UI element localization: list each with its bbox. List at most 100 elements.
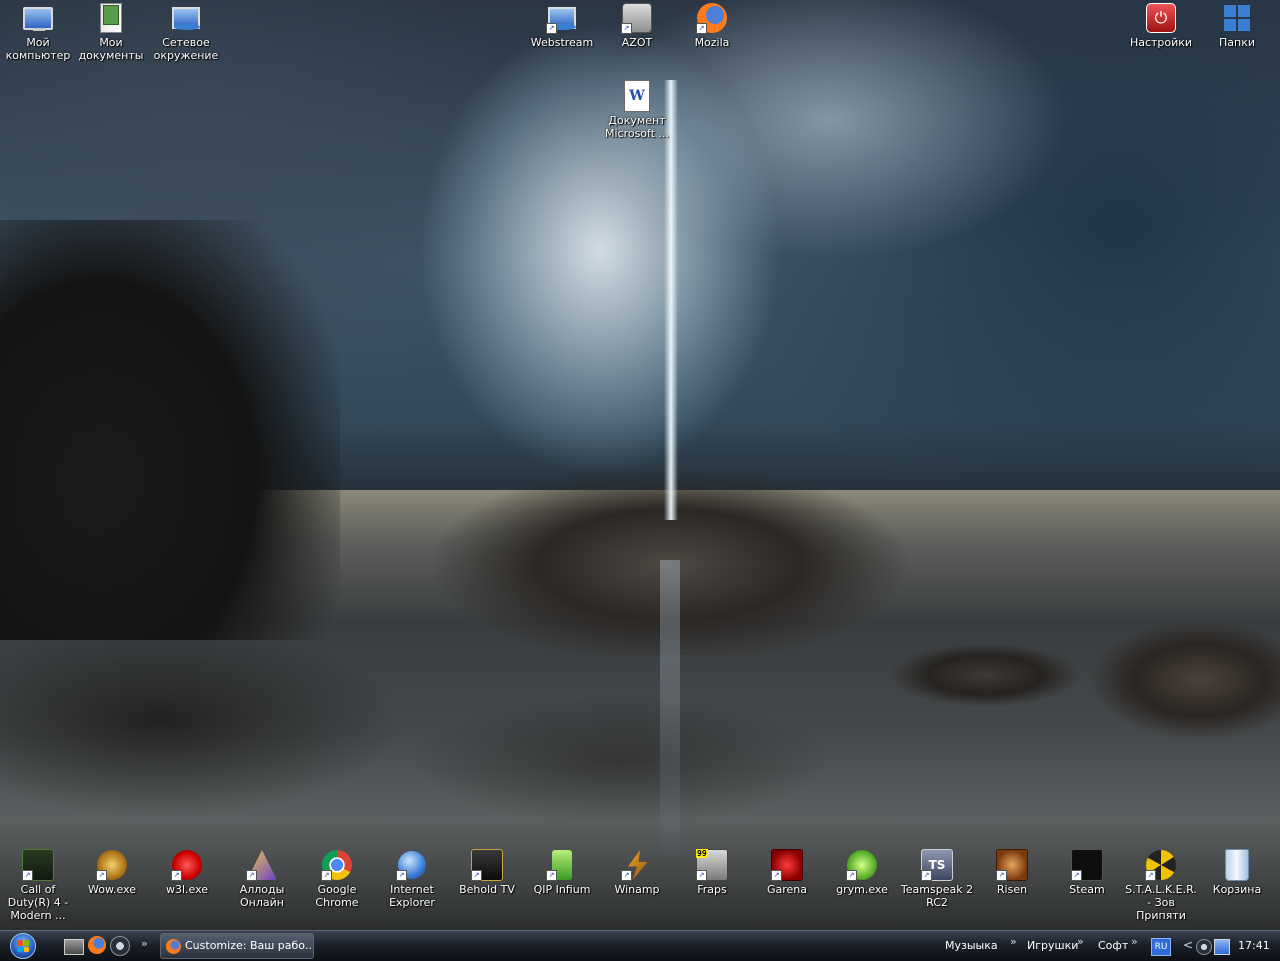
desktop-icon-steam[interactable]: ↗ Steam [1049,849,1125,896]
icon-label: Сетевое окружение [153,36,219,62]
show-desktop-icon [64,939,84,955]
shortcut-arrow-icon: ↗ [96,870,107,881]
desktop-icon-word-document[interactable]: W Документ Microsoft ... [599,80,675,140]
icon-label: Fraps [697,883,727,896]
shortcut-arrow-icon: ↗ [546,23,557,34]
toolbar-soft[interactable]: Софт [1098,939,1128,952]
desktop-icon-internet-explorer[interactable]: ↗ Internet Explorer [374,849,450,909]
desktop-icon-call-of-duty[interactable]: ↗ Call of Duty(R) 4 - Modern ... [0,849,76,922]
windows-logo-icon [10,933,36,959]
shortcut-arrow-icon: ↗ [321,870,332,881]
icon-label: Call of Duty(R) 4 - Modern ... [7,883,69,922]
quicklaunch-firefox[interactable] [88,936,108,956]
icon-label: Мои документы [78,36,144,62]
start-button[interactable] [4,932,42,960]
firefox-icon [88,936,106,954]
desktop-icon-stalker[interactable]: ↗ S.T.A.L.K.E.R. - Зов Припяти [1123,849,1199,922]
taskbar: » Customize: Ваш рабо... Музыыка » Игруш… [0,930,1280,961]
desktop-icon-behold-tv[interactable]: ↗ Behold TV [449,849,525,896]
shortcut-arrow-icon: ↗ [246,870,257,881]
quicklaunch-steam[interactable] [110,936,130,956]
desktop-icon-mozila[interactable]: ↗ Mozila [674,2,750,49]
icon-label: Webstream [530,36,594,49]
desktop-icon-qip[interactable]: ↗ QIP Infium [524,849,600,896]
steam-icon [110,936,130,956]
icon-label: Winamp [614,883,660,896]
desktop-icon-grym[interactable]: ↗ grym.exe [824,849,900,896]
toolbar-music[interactable]: Музыыка [945,939,998,952]
shortcut-arrow-icon: ↗ [921,870,932,881]
icon-label: QIP Infium [533,883,591,896]
icon-label: Behold TV [459,883,515,896]
clock[interactable]: 17:41 [1238,939,1270,952]
windows-folders-icon [1224,5,1250,31]
icon-label: w3l.exe [165,883,209,896]
my-documents-icon [100,3,122,33]
desktop-icon-recycle-bin[interactable]: Корзина [1199,849,1275,896]
power-settings-icon: ⏻ [1146,3,1176,33]
icon-label: Корзина [1212,883,1262,896]
icon-label: Risen [996,883,1028,896]
desktop-icon-azot[interactable]: ↗ AZOT [599,2,675,49]
language-indicator[interactable]: RU [1151,938,1171,956]
recycle-bin-icon [1225,849,1249,881]
desktop-icon-teamspeak[interactable]: TS ↗ Teamspeak 2 RC2 [899,849,975,909]
desktop-icon-winamp[interactable]: ↗ Winamp [599,849,675,896]
quicklaunch-chevron-icon[interactable]: » [141,937,148,950]
icon-label: Internet Explorer [389,883,435,909]
tray-steam-icon[interactable] [1196,939,1212,955]
desktop-icon-folders[interactable]: Папки [1199,2,1275,49]
desktop-icon-my-documents[interactable]: Мои документы [73,2,149,62]
desktop-icon-fraps[interactable]: 99 ↗ Fraps [674,849,750,896]
desktop-icon-garena[interactable]: ↗ Garena [749,849,825,896]
icon-label: grym.exe [836,883,888,896]
shortcut-arrow-icon: ↗ [171,870,182,881]
shortcut-arrow-icon: ↗ [771,870,782,881]
taskbar-button-label: Customize: Ваш рабо... [185,939,314,952]
icon-label: Папки [1219,36,1255,49]
icon-label: Steam [1069,883,1105,896]
desktop-icon-risen[interactable]: ↗ Risen [974,849,1050,896]
toolbar-games-chevron-icon[interactable]: » [1077,935,1084,948]
toolbar-music-chevron-icon[interactable]: » [1010,935,1017,948]
desktop-icon-settings[interactable]: ⏻ Настройки [1123,2,1199,49]
wallpaper-cliff [0,220,340,640]
desktop-icon-wow[interactable]: ↗ Wow.exe [74,849,150,896]
icon-label: Документ Microsoft ... [604,114,670,140]
wallpaper-light-reflection [660,560,680,860]
toolbar-games[interactable]: Игрушки [1027,939,1078,952]
icon-label: Wow.exe [88,883,136,896]
shortcut-arrow-icon: ↗ [696,870,707,881]
taskbar-button-firefox-window[interactable]: Customize: Ваш рабо... [160,933,314,959]
shortcut-arrow-icon: ↗ [996,870,1007,881]
shortcut-arrow-icon: ↗ [621,23,632,34]
desktop-icon-webstream[interactable]: ↗ Webstream [524,2,600,49]
word-document-icon: W [624,80,650,112]
shortcut-arrow-icon: ↗ [396,870,407,881]
desktop[interactable]: Мой компьютер Мои документы Сетевое окру… [0,0,1280,930]
tray-expand-icon[interactable]: < [1183,938,1193,952]
wallpaper-light-beam [664,80,678,520]
icon-label: AZOT [621,36,653,49]
quicklaunch-show-desktop[interactable] [64,936,84,956]
icon-label: S.T.A.L.K.E.R. - Зов Припяти [1125,883,1197,922]
firefox-icon [166,939,181,954]
desktop-icon-allods[interactable]: ↗ Аллоды Онлайн [224,849,300,909]
icon-label: Настройки [1129,36,1193,49]
desktop-icon-chrome[interactable]: ↗ Google Chrome [299,849,375,909]
tray-network-icon[interactable] [1214,939,1230,955]
shortcut-arrow-icon: ↗ [471,870,482,881]
toolbar-soft-chevron-icon[interactable]: » [1131,935,1138,948]
shortcut-arrow-icon: ↗ [22,870,33,881]
desktop-icon-w3l[interactable]: ↗ w3l.exe [149,849,225,896]
network-icon [172,7,200,29]
desktop-icon-network[interactable]: Сетевое окружение [148,2,224,62]
my-computer-icon [23,6,53,30]
shortcut-arrow-icon: ↗ [546,870,557,881]
icon-label: Garena [766,883,808,896]
shortcut-arrow-icon: ↗ [621,870,632,881]
shortcut-arrow-icon: ↗ [696,23,707,34]
icon-label: Аллоды Онлайн [239,883,285,909]
icon-label: Google Chrome [315,883,359,909]
desktop-icon-my-computer[interactable]: Мой компьютер [0,2,76,62]
